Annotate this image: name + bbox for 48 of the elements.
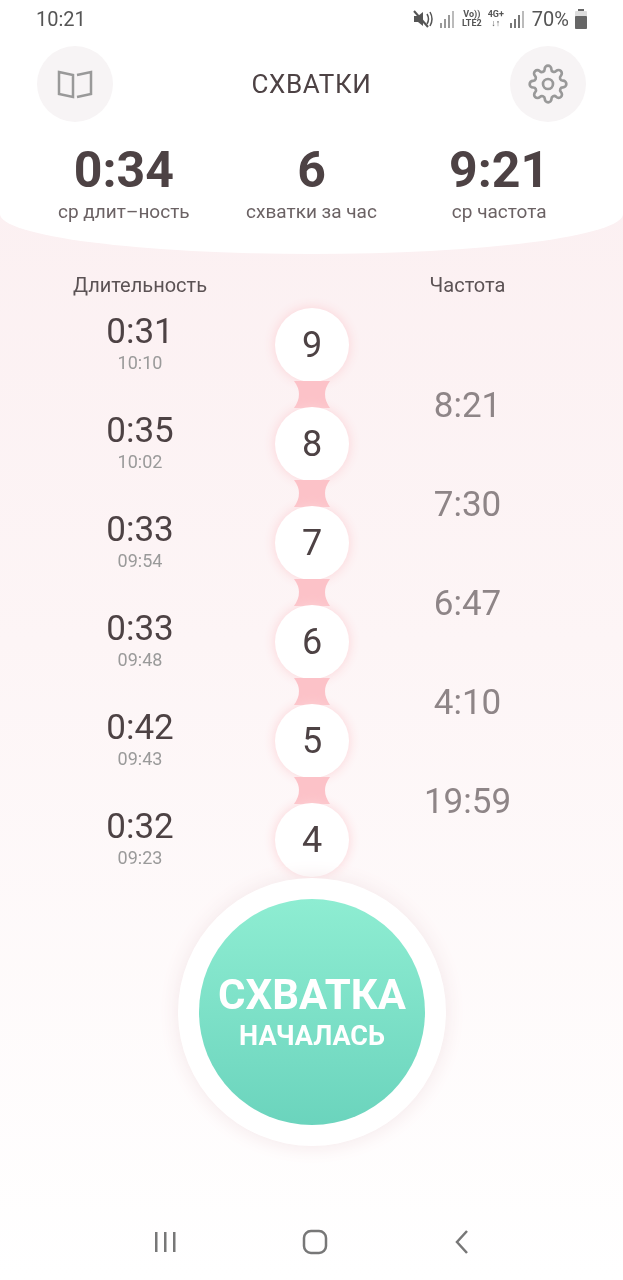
stat-value: 6 [297,140,326,200]
frequency-value: 4:10 [433,683,502,723]
contraction-number: 8 [275,407,349,481]
stat-label: схватки за час [246,200,377,224]
recent-apps-icon[interactable] [152,1231,177,1253]
duration-value: 0:42 [106,708,174,748]
contraction-number: 7 [275,506,349,580]
start-time: 09:54 [117,550,163,572]
frequency-value: 19:59 [423,782,512,822]
status-time: 10:21 [36,6,86,33]
frequency-value: 8:21 [433,386,502,426]
book-icon [57,69,93,99]
contraction-start-button[interactable]: СХВАТКА НАЧАЛАСЬ [199,899,425,1125]
battery-percent: 70% [531,6,569,33]
data-arrows: ↓↑ [491,19,501,28]
lte-label: LTE2 [462,19,482,28]
battery-icon [575,9,587,29]
start-time: 09:48 [117,649,163,671]
signal-icon [440,10,456,28]
stat-value: 0:34 [73,140,174,200]
contraction-number: 4 [275,803,349,877]
network-type-label: 4G+ [487,10,504,19]
duration-value: 0:33 [106,609,174,649]
home-icon[interactable] [302,1229,329,1255]
screen-title: СХВАТКИ [251,67,372,101]
start-time: 09:43 [117,748,163,770]
start-time: 09:23 [117,847,163,869]
volte-label: Vo)) [463,10,481,19]
column-header: Частота [428,272,507,299]
contraction-number: 9 [275,308,349,382]
stat-label: ср длит–ность [58,200,190,224]
column-header: Длительность [71,272,209,299]
stat-label: ср частота [451,200,547,224]
mute-icon [412,9,434,29]
contraction-number: 5 [275,704,349,778]
start-time: 10:10 [117,352,163,374]
duration-value: 0:32 [106,807,174,847]
duration-value: 0:35 [106,411,174,451]
duration-value: 0:33 [106,510,174,550]
back-icon[interactable] [454,1229,471,1255]
frequency-value: 7:30 [433,485,502,525]
settings-icon [528,64,568,104]
frequency-value: 6:47 [433,584,502,624]
contraction-number: 6 [275,605,349,679]
signal-icon [509,10,526,28]
start-time: 10:02 [117,451,163,473]
stat-value: 9:21 [449,140,550,200]
duration-value: 0:31 [106,312,174,352]
